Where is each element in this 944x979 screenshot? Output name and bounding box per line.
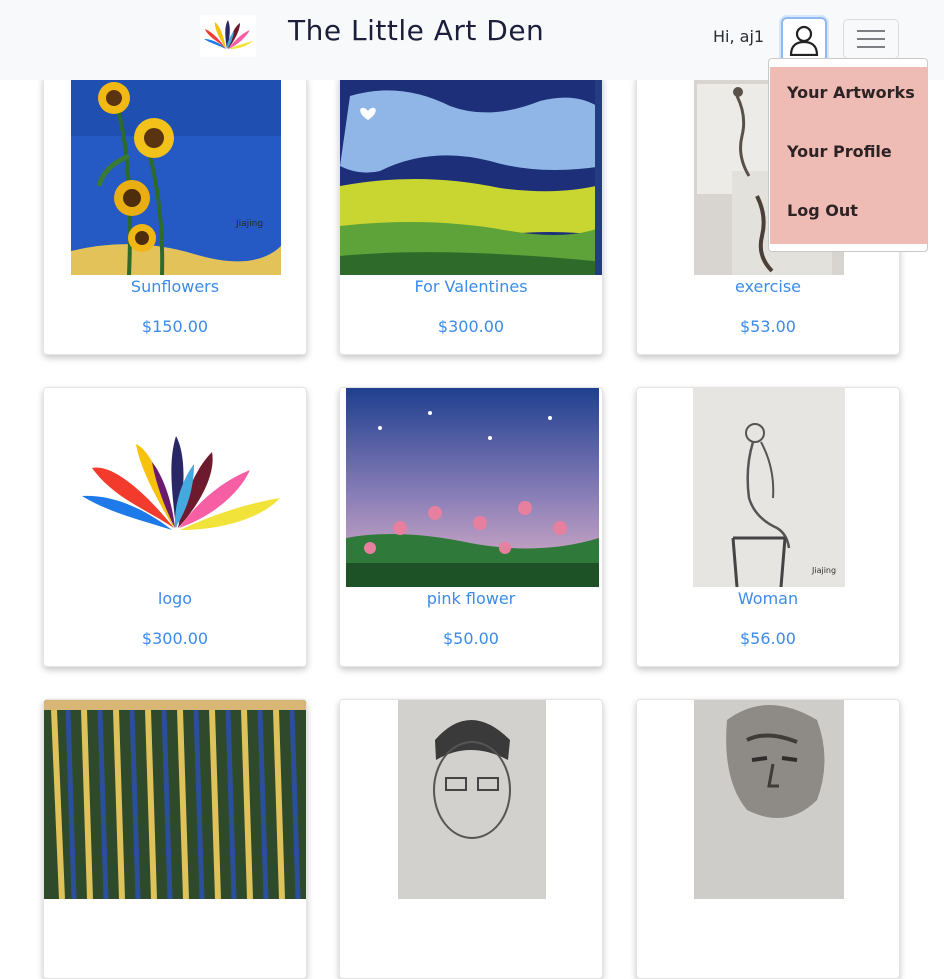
user-dropdown-menu: Your Artworks Your Profile Log Out [768,58,928,252]
artwork-card[interactable]: Jiajing Woman $56.00 [636,387,900,667]
artwork-title-link[interactable]: logo [44,589,306,608]
user-menu-button[interactable] [781,17,827,63]
artwork-title-link[interactable]: pink flower [340,589,602,608]
artwork-card[interactable] [636,699,900,979]
artwork-price: $300.00 [437,317,505,336]
svg-text:Jiajing: Jiajing [235,219,263,229]
svg-text:Jiajing: Jiajing [811,566,836,575]
navbar-toggler-button[interactable] [843,19,899,59]
artwork-image-woman[interactable]: Jiajing [637,388,899,587]
artwork-image-sunflowers[interactable]: Jiajing [44,76,306,275]
artwork-title-link[interactable]: Sunflowers [44,277,306,296]
artwork-card[interactable] [43,699,307,979]
menu-item-log-out[interactable]: Log Out [787,201,858,220]
artwork-card[interactable]: pink flower $50.00 [339,387,603,667]
artwork-image[interactable] [637,700,899,899]
artwork-price: $56.00 [740,629,796,648]
user-greeting: Hi, aj1 [713,27,765,46]
menu-item-your-profile[interactable]: Your Profile [787,142,892,161]
artwork-title-link[interactable]: exercise [637,277,899,296]
hamburger-menu-icon [856,28,886,50]
artwork-card[interactable]: logo $300.00 [43,387,307,667]
artwork-title-link[interactable]: For Valentines [340,277,602,296]
artwork-price: $53.00 [740,317,796,336]
artwork-image-pink-flower[interactable] [340,388,602,587]
brand-title[interactable]: The Little Art Den [288,14,544,47]
artwork-image[interactable] [44,700,306,899]
paint-strokes-logo-icon[interactable] [200,15,256,57]
artwork-title-link[interactable]: Woman [637,589,899,608]
artwork-image-logo[interactable] [44,388,306,587]
user-icon [789,24,819,56]
dropdown-menu-body: Your Artworks Your Profile Log Out [770,67,928,244]
artwork-price: $150.00 [141,317,209,336]
artwork-price: $300.00 [141,629,209,648]
artwork-image-for-valentines[interactable] [340,76,602,275]
artwork-card[interactable]: For Valentines $300.00 [339,75,603,355]
artwork-image[interactable] [340,700,602,899]
artwork-card[interactable] [339,699,603,979]
artwork-card[interactable]: Jiajing Sunflowers $150.00 [43,75,307,355]
artwork-price: $50.00 [443,629,499,648]
menu-item-your-artworks[interactable]: Your Artworks [787,83,915,102]
